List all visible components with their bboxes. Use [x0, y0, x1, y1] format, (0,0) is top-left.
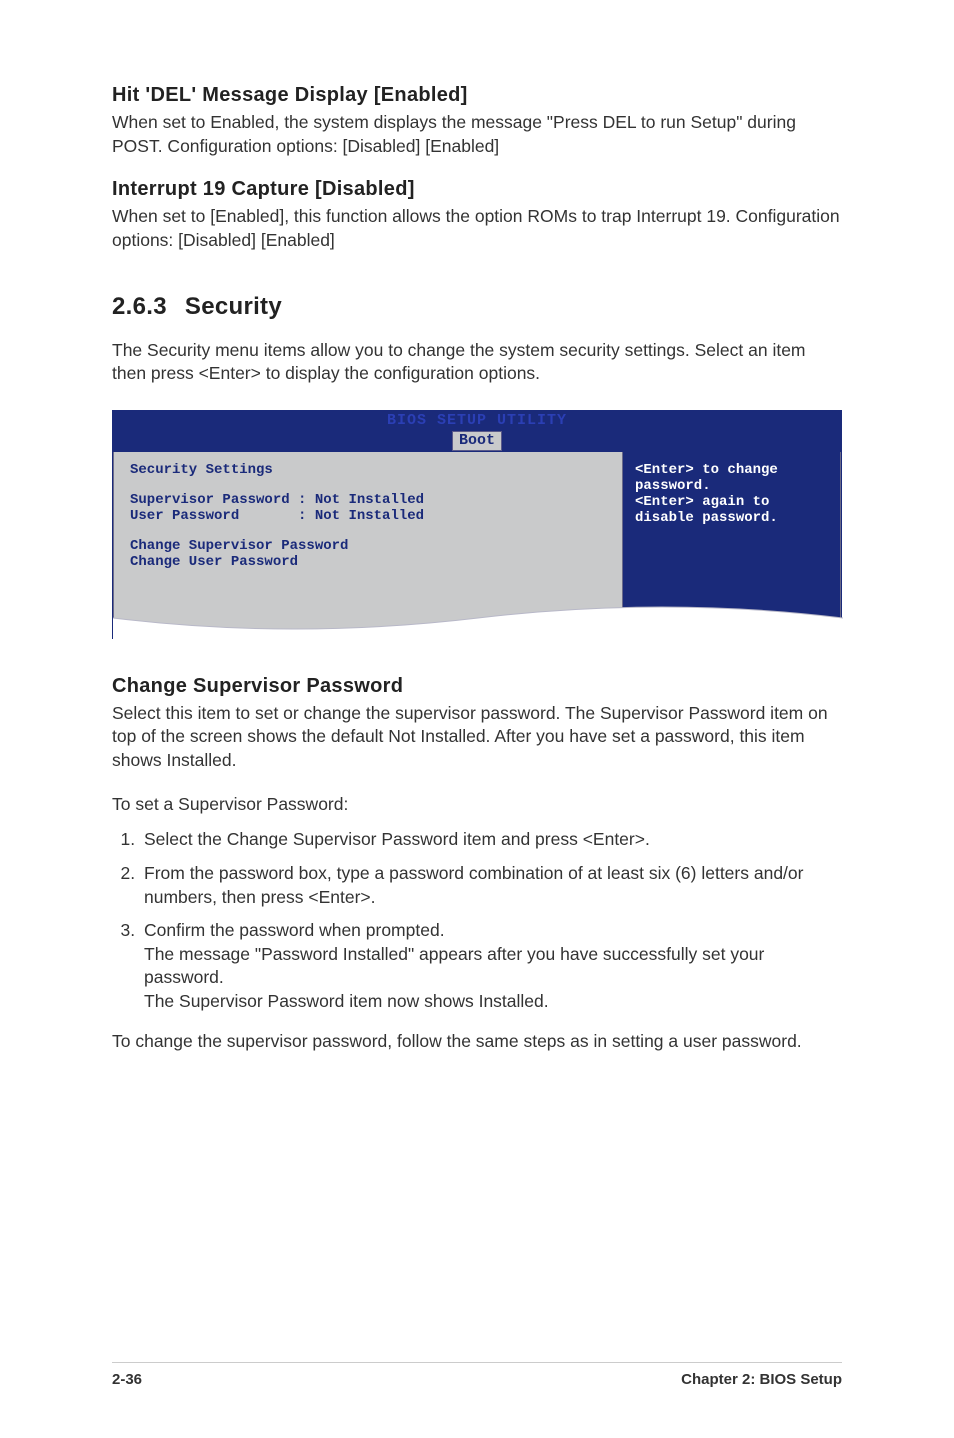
bios-left-panel: Security Settings Supervisor Password : … [113, 452, 623, 639]
bios-right-panel: <Enter> to change password. <Enter> agai… [623, 452, 841, 639]
bios-user-label: User Password [130, 508, 239, 524]
bios-screenshot: BIOS SETUP UTILITY Boot Security Setting… [112, 410, 842, 639]
security-heading: 2.6.3 Security [112, 293, 842, 321]
interrupt19-heading: Interrupt 19 Capture [Disabled] [112, 178, 842, 201]
page-footer: 2-36 Chapter 2: BIOS Setup [112, 1362, 842, 1388]
step-3-line2: The message "Password Installed" appears… [144, 944, 764, 988]
bios-change-supervisor: Change Supervisor Password [130, 538, 606, 554]
page-number: 2-36 [112, 1371, 142, 1388]
bios-help-line4: disable password. [635, 510, 828, 526]
security-title: Security [185, 293, 282, 320]
bios-supervisor-label: Supervisor Password [130, 492, 290, 508]
bios-help-line3: <Enter> again to [635, 494, 828, 510]
bios-user-row: User Password : Not Installed [130, 508, 606, 524]
change-supervisor-heading: Change Supervisor Password [112, 675, 842, 698]
step-3: Confirm the password when prompted. The … [140, 919, 842, 1014]
bios-header: BIOS SETUP UTILITY Boot [112, 410, 842, 452]
bios-help-line1: <Enter> to change [635, 462, 828, 478]
change-supervisor-text1: Select this item to set or change the su… [112, 702, 842, 773]
step-1: Select the Change Supervisor Password it… [140, 828, 842, 852]
bios-supervisor-value: : Not Installed [298, 492, 424, 508]
step-3-line1: Confirm the password when prompted. [144, 920, 445, 940]
interrupt19-text: When set to [Enabled], this function all… [112, 205, 842, 252]
bios-user-value: : Not Installed [298, 508, 424, 524]
supervisor-steps-list: Select the Change Supervisor Password it… [112, 828, 842, 1013]
change-supervisor-text3: To change the supervisor password, follo… [112, 1030, 842, 1054]
bios-change-user: Change User Password [130, 554, 606, 570]
security-intro: The Security menu items allow you to cha… [112, 339, 842, 386]
security-number: 2.6.3 [112, 293, 167, 320]
bios-help-line2: password. [635, 478, 828, 494]
bios-security-settings-label: Security Settings [130, 462, 606, 478]
step-3-line3: The Supervisor Password item now shows I… [144, 991, 549, 1011]
hit-del-text: When set to Enabled, the system displays… [112, 111, 842, 158]
bios-tab-boot: Boot [452, 431, 502, 451]
bios-body: Security Settings Supervisor Password : … [112, 452, 842, 639]
change-supervisor-text2: To set a Supervisor Password: [112, 793, 842, 817]
bios-title: BIOS SETUP UTILITY [112, 410, 842, 431]
chapter-label: Chapter 2: BIOS Setup [681, 1371, 842, 1388]
hit-del-heading: Hit 'DEL' Message Display [Enabled] [112, 84, 842, 107]
step-2: From the password box, type a password c… [140, 862, 842, 909]
bios-supervisor-row: Supervisor Password : Not Installed [130, 492, 606, 508]
